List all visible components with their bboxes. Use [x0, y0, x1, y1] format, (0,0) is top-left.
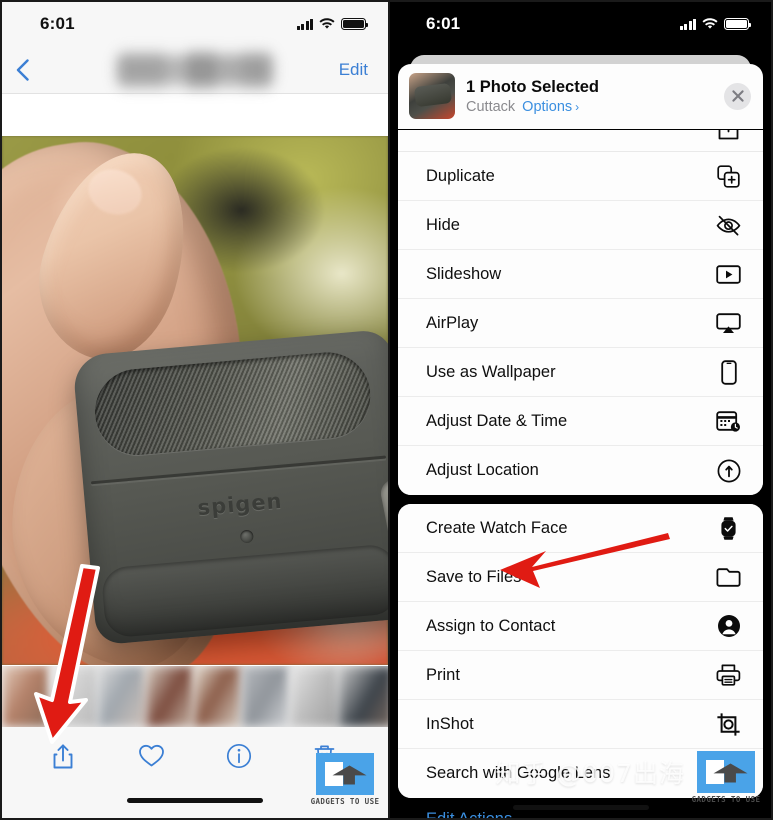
- action-row-create-watch-face[interactable]: Create Watch Face: [398, 504, 763, 553]
- action-row-adjust-date-time[interactable]: Adjust Date & Time: [398, 397, 763, 446]
- close-icon[interactable]: [724, 82, 751, 110]
- dual-phone-screenshot: 6:01 Edit spigen GADGETS TO USE 6:01 1 P…: [0, 0, 779, 820]
- heart-icon[interactable]: [138, 743, 165, 771]
- photo-viewer[interactable]: spigen: [2, 136, 388, 665]
- airplay-icon: [716, 311, 741, 336]
- action-row-slideshow[interactable]: Slideshow: [398, 250, 763, 299]
- share-sheet-header-text: 1 Photo Selected Cuttack Options ›: [466, 77, 713, 115]
- spigen-logo: spigen: [196, 488, 284, 521]
- right-phone-screen: 6:01 1 Photo Selected Cuttack Options ›: [390, 0, 773, 820]
- content-spacer: [2, 94, 388, 136]
- share-sheet-subtitle: Cuttack Options ›: [466, 99, 713, 115]
- gtu-watermark-text: GADGETS TO USE: [310, 797, 380, 806]
- case-clip: [378, 475, 388, 552]
- share-icon[interactable]: [51, 743, 77, 771]
- slideshow-play-icon: [716, 262, 741, 287]
- inshot-crop-icon: [716, 712, 741, 737]
- gtu-watermark-text: GADGETS TO USE: [691, 795, 761, 804]
- action-row-use-as-wallpaper[interactable]: Use as Wallpaper: [398, 348, 763, 397]
- action-label: Hide: [426, 215, 460, 234]
- apple-watch-icon: [716, 516, 741, 541]
- chevron-left-icon[interactable]: [16, 58, 29, 81]
- printer-icon: [716, 663, 741, 688]
- action-row-print[interactable]: Print: [398, 651, 763, 700]
- gtu-badge-icon: [316, 753, 374, 795]
- list-item[interactable]: [98, 666, 146, 727]
- list-item[interactable]: [2, 666, 50, 727]
- action-label: Slideshow: [426, 264, 502, 283]
- list-item[interactable]: [194, 666, 242, 727]
- home-indicator: [390, 805, 771, 810]
- case-led: [239, 529, 254, 544]
- action-label: Print: [426, 665, 460, 684]
- battery-icon: [724, 18, 752, 30]
- list-item[interactable]: [290, 666, 338, 727]
- info-icon[interactable]: [226, 743, 252, 771]
- battery-icon: [341, 18, 369, 30]
- status-icons: [679, 18, 752, 30]
- gadgets-to-use-watermark: GADGETS TO USE: [689, 751, 763, 804]
- phone-wallpaper-icon: [716, 359, 741, 385]
- gtu-badge-icon: [697, 751, 755, 793]
- action-label: Create Watch Face: [426, 518, 568, 537]
- action-row-adjust-location[interactable]: Adjust Location: [398, 446, 763, 495]
- status-time: 6:01: [426, 14, 461, 33]
- action-label: Duplicate: [426, 166, 495, 185]
- action-label: Adjust Location: [426, 461, 539, 479]
- action-row-save-to-files[interactable]: Save to Files: [398, 553, 763, 602]
- wifi-icon: [319, 18, 335, 30]
- cellular-bars-icon: [296, 18, 313, 30]
- case-seam: [90, 455, 387, 485]
- edit-button[interactable]: Edit: [339, 60, 368, 80]
- partial-scrolled-row[interactable]: [398, 130, 763, 152]
- left-status-bar: 6:01: [2, 2, 388, 46]
- action-group-1: Duplicate Hide Slideshow AirPlay Use as …: [398, 130, 763, 495]
- cellular-bars-icon: [679, 18, 696, 30]
- action-row-assign-to-contact[interactable]: Assign to Contact: [398, 602, 763, 651]
- status-icons: [296, 18, 369, 30]
- partial-row-icon: [716, 130, 741, 146]
- action-label: InShot: [426, 714, 474, 733]
- list-item[interactable]: [50, 666, 98, 727]
- duplicate-icon: [716, 164, 741, 189]
- options-button[interactable]: Options: [522, 99, 572, 115]
- list-item[interactable]: [242, 666, 290, 727]
- eye-slash-icon: [716, 213, 741, 238]
- share-sheet-title: 1 Photo Selected: [466, 78, 599, 97]
- calendar-clock-icon: [716, 409, 741, 434]
- action-row-hide[interactable]: Hide: [398, 201, 763, 250]
- action-label: Assign to Contact: [426, 616, 556, 635]
- chevron-right-icon[interactable]: ›: [575, 100, 579, 114]
- avatar[interactable]: [409, 73, 455, 119]
- photo-filmstrip[interactable]: [2, 665, 388, 727]
- action-row-inshot[interactable]: InShot: [398, 700, 763, 749]
- gadgets-to-use-watermark: GADGETS TO USE: [308, 753, 382, 806]
- action-label: Use as Wallpaper: [426, 362, 556, 381]
- action-label: Save to Files: [426, 567, 522, 586]
- airpods-case: spigen: [71, 328, 388, 646]
- list-item[interactable]: [338, 666, 388, 727]
- left-phone-screen: 6:01 Edit spigen GADGETS TO USE: [0, 0, 390, 820]
- list-item[interactable]: [146, 666, 194, 727]
- wifi-icon: [702, 18, 718, 30]
- status-time: 6:01: [40, 14, 75, 33]
- share-sheet: 1 Photo Selected Cuttack Options › Dupli…: [398, 64, 763, 818]
- share-sheet-header: 1 Photo Selected Cuttack Options ›: [398, 64, 763, 129]
- person-circle-icon: [716, 614, 741, 639]
- action-row-duplicate[interactable]: Duplicate: [398, 152, 763, 201]
- action-label: Adjust Date & Time: [426, 411, 568, 430]
- zhihu-watermark: 知乎 @007出海: [495, 759, 685, 788]
- action-label: AirPlay: [426, 313, 479, 332]
- right-status-bar: 6:01: [390, 2, 771, 46]
- left-nav-bar: Edit: [2, 46, 388, 94]
- action-row-airplay[interactable]: AirPlay: [398, 299, 763, 348]
- folder-icon: [716, 565, 741, 590]
- photo-location: Cuttack: [466, 98, 516, 115]
- page-title: [115, 50, 275, 90]
- location-pin-circle-icon: [716, 458, 741, 483]
- carbon-fiber-panel: [91, 348, 374, 459]
- share-sheet-actions-list[interactable]: Duplicate Hide Slideshow AirPlay Use as …: [398, 130, 763, 818]
